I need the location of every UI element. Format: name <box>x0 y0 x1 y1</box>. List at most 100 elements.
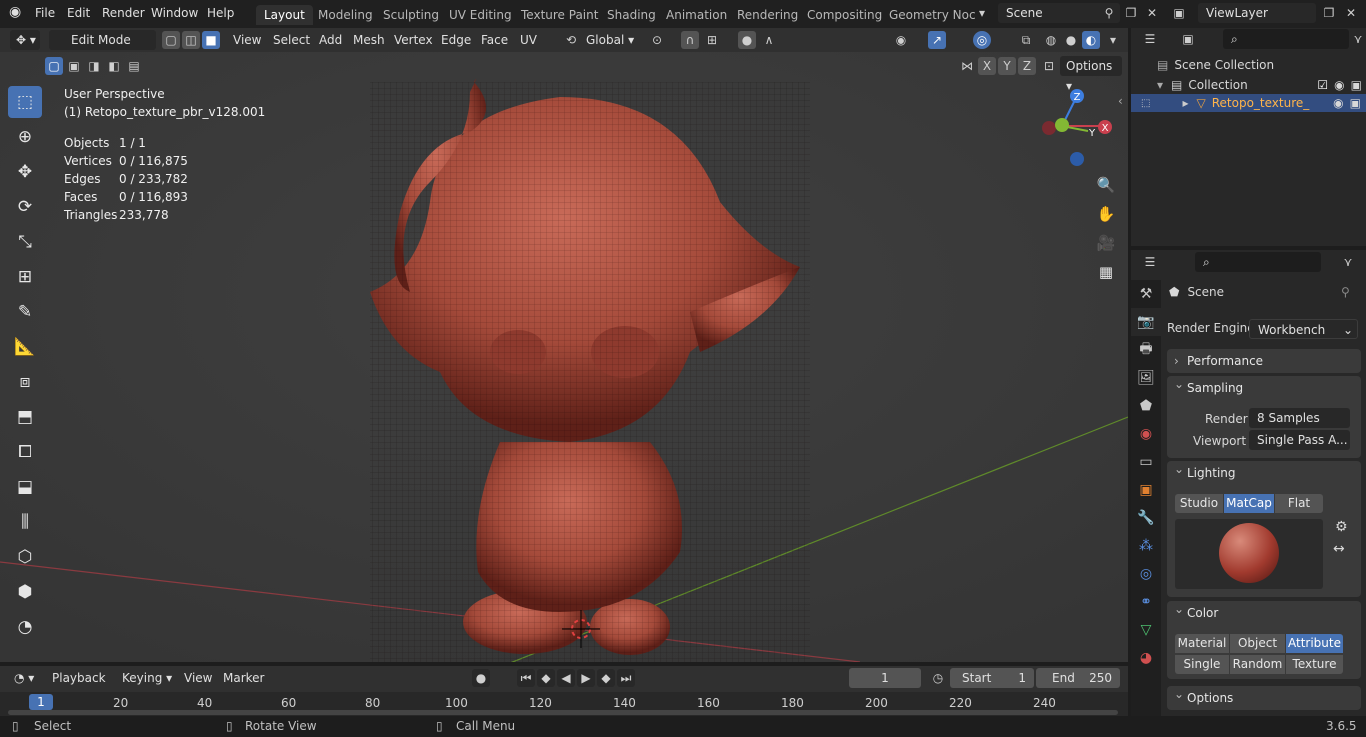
wireframe-shading-icon[interactable]: ◍ <box>1042 31 1060 49</box>
auto-merge-icon[interactable]: ⊡ <box>1040 57 1058 75</box>
jump-end-icon[interactable]: ⏭ <box>617 669 635 687</box>
tab-sculpting[interactable]: Sculpting <box>375 5 447 25</box>
menu-add[interactable]: Add <box>319 31 342 49</box>
3d-viewport[interactable]: ▢ ▣ ◨ ◧ ▤ ⋈ X Y Z ⊡ Options ▾ ⬚ ⊕ ✥ ⟳ ⤡ … <box>0 52 1128 662</box>
measure-tool-icon[interactable]: 📐 <box>8 331 42 363</box>
eye-icon[interactable]: ◉ <box>1333 96 1343 110</box>
pin-icon[interactable]: ⚲ <box>1100 4 1118 22</box>
object-row[interactable]: ⬚ ▸ ▽ Retopo_texture_ ◉ ▣ <box>1131 94 1366 112</box>
tab-animation[interactable]: Animation <box>658 5 735 25</box>
tab-rendering[interactable]: Rendering <box>729 5 806 25</box>
eye-icon[interactable]: ◉ <box>1334 78 1344 92</box>
camera-icon[interactable]: ▣ <box>1350 96 1361 110</box>
collection-row[interactable]: ▾ ▤ Collection ☑ ◉ ▣ <box>1157 76 1362 94</box>
editor-type-icon[interactable]: ✥ ▾ <box>10 30 40 50</box>
scene-collection-row[interactable]: ▤ Scene Collection <box>1157 56 1274 74</box>
color-attribute-button[interactable]: Attribute <box>1286 634 1343 653</box>
delete-viewlayer-icon[interactable]: ✕ <box>1342 4 1360 22</box>
options-header[interactable]: Options <box>1167 682 1361 710</box>
select-subtract-icon[interactable]: ◨ <box>85 57 103 75</box>
performance-header[interactable]: Performance <box>1167 349 1361 373</box>
solid-shading-icon[interactable]: ● <box>1062 31 1080 49</box>
bevel-tool-icon[interactable]: ⬓ <box>8 471 42 503</box>
menu-file[interactable]: File <box>35 6 55 20</box>
frame-ruler[interactable]: 1 20 40 60 80 100 120 140 160 180 200 22… <box>0 692 1128 716</box>
select-intersect-icon[interactable]: ▤ <box>125 57 143 75</box>
end-frame-field[interactable]: End 250 <box>1036 668 1120 688</box>
menu-edit[interactable]: Edit <box>67 6 90 20</box>
xray-icon[interactable]: ⧉ <box>1017 31 1035 49</box>
color-random-button[interactable]: Random <box>1230 655 1285 674</box>
scene-selector-icon[interactable]: ▾ <box>973 4 991 22</box>
constraints-tab-icon[interactable]: ⚭ <box>1131 588 1161 616</box>
tab-uv-editing[interactable]: UV Editing <box>441 5 520 25</box>
knife-tool-icon[interactable]: ⬡ <box>8 541 42 573</box>
delete-scene-icon[interactable]: ✕ <box>1143 4 1161 22</box>
orientation-dropdown[interactable]: Global ▾ <box>580 30 638 50</box>
matcap-preview[interactable] <box>1175 519 1323 589</box>
add-cube-tool-icon[interactable]: ⧈ <box>8 366 42 398</box>
scene-tab-icon[interactable]: ⬟ <box>1131 392 1161 420</box>
timeline-marker-menu[interactable]: Marker <box>223 669 264 687</box>
transform-orientation-icon[interactable]: ⟲ <box>562 31 580 49</box>
scale-tool-icon[interactable]: ⤡ <box>8 226 42 258</box>
play-icon[interactable]: ▶ <box>577 669 595 687</box>
timeline-editor-icon[interactable]: ◔ ▾ <box>8 668 38 688</box>
performance-panel[interactable]: Performance <box>1167 349 1361 373</box>
proportional-edit-icon[interactable]: ● <box>738 31 756 49</box>
viewlayer-name-field[interactable]: ViewLayer <box>1198 3 1316 23</box>
color-single-button[interactable]: Single <box>1175 655 1229 674</box>
flip-icon[interactable]: ↔ <box>1333 541 1345 557</box>
mesh-character[interactable] <box>370 78 810 662</box>
transform-tool-icon[interactable]: ⊞ <box>8 261 42 293</box>
sidebar-toggle-icon[interactable]: ‹ <box>1118 94 1123 108</box>
render-samples-dropdown[interactable]: 8 Samples <box>1249 408 1350 428</box>
color-material-button[interactable]: Material <box>1175 634 1229 653</box>
visibility-icon[interactable]: ◉ <box>892 31 910 49</box>
blender-logo-icon[interactable]: ◉ <box>9 4 21 20</box>
object-tab-icon[interactable]: ▣ <box>1131 476 1161 504</box>
keying-dropdown[interactable]: Keying ▾ <box>116 668 174 688</box>
falloff-icon[interactable]: ∧ <box>760 31 778 49</box>
current-frame-field[interactable]: 1 <box>849 668 921 688</box>
physics-tab-icon[interactable]: ◎ <box>1131 560 1161 588</box>
select-new-icon[interactable]: ▢ <box>45 57 63 75</box>
tab-geometry-nodes[interactable]: Geometry Noc <box>881 5 984 25</box>
select-box-tool-icon[interactable]: ⬚ <box>8 86 42 118</box>
mode-dropdown[interactable]: Edit Mode <box>49 30 156 50</box>
vertex-select-icon[interactable]: ▢ <box>162 31 180 49</box>
perspective-toggle-icon[interactable]: ▦ <box>1094 259 1118 285</box>
menu-edge[interactable]: Edge <box>441 31 471 49</box>
clock-icon[interactable]: ◷ <box>929 669 947 687</box>
loop-cut-tool-icon[interactable]: ⫼ <box>8 506 42 538</box>
menu-uv[interactable]: UV <box>520 31 537 49</box>
face-select-icon[interactable]: ■ <box>202 31 220 49</box>
menu-window[interactable]: Window <box>151 6 198 20</box>
output-tab-icon[interactable]: 🖶 <box>1131 336 1161 364</box>
filter-icon[interactable]: ⋎ <box>1349 30 1366 48</box>
playhead[interactable]: 1 <box>29 694 53 710</box>
snap-target-icon[interactable]: ⊞ <box>703 31 721 49</box>
view-layer-tab-icon[interactable]: 🖼 <box>1131 364 1161 392</box>
move-tool-icon[interactable]: ✥ <box>8 156 42 188</box>
menu-select[interactable]: Select <box>273 31 310 49</box>
spin-tool-icon[interactable]: ◔ <box>8 611 42 643</box>
menu-face[interactable]: Face <box>481 31 508 49</box>
pin-icon[interactable]: ⚲ <box>1341 285 1350 299</box>
tool-tab-icon[interactable]: ⚒ <box>1131 280 1161 308</box>
play-reverse-icon[interactable]: ◀ <box>557 669 575 687</box>
lighting-matcap-button[interactable]: MatCap <box>1224 494 1274 513</box>
color-header[interactable]: Color <box>1167 597 1361 625</box>
render-tab-icon[interactable]: 📷 <box>1131 308 1161 336</box>
overlay-toggle-icon[interactable]: ◎ <box>973 31 991 49</box>
checkbox-icon[interactable]: ☑ <box>1317 78 1328 92</box>
tab-layout[interactable]: Layout <box>256 5 313 25</box>
sampling-header[interactable]: Sampling <box>1167 372 1361 400</box>
lighting-header[interactable]: Lighting <box>1167 457 1361 485</box>
material-tab-icon[interactable]: ◕ <box>1131 644 1161 672</box>
gizmo-toggle-icon[interactable]: ↗ <box>928 31 946 49</box>
world-tab-icon[interactable]: ◉ <box>1131 420 1161 448</box>
axis-x-toggle[interactable]: X <box>978 57 996 75</box>
outliner-search-input[interactable]: ⌕ <box>1223 29 1349 49</box>
data-tab-icon[interactable]: ▽ <box>1131 616 1161 644</box>
